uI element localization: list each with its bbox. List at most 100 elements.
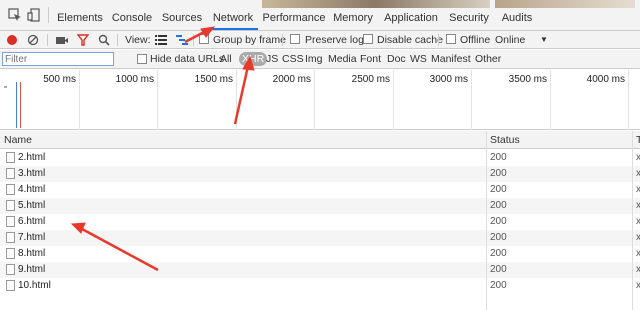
large-rows-icon[interactable] — [155, 35, 167, 48]
request-type: x — [636, 184, 640, 195]
timeline-tick-label: 2500 ms — [351, 74, 390, 85]
filter-type-doc[interactable]: Doc — [387, 53, 406, 66]
toolbar-divider — [47, 34, 48, 46]
request-name: 6.html — [18, 216, 46, 227]
request-type: x — [636, 152, 640, 163]
table-row[interactable]: 10.html 200 x — [0, 278, 640, 294]
tabbar-divider — [48, 7, 49, 23]
request-name: 10.html — [18, 280, 51, 291]
tab-console[interactable]: Console — [109, 0, 155, 30]
request-name: 7.html — [18, 232, 46, 243]
request-name: 8.html — [18, 248, 46, 259]
request-status: 200 — [490, 216, 507, 227]
preserve-log-label: Preserve log — [305, 34, 364, 46]
filter-type-js[interactable]: JS — [266, 53, 278, 66]
hide-data-urls-label: Hide data URLs — [150, 53, 225, 65]
toolbar-divider — [282, 34, 283, 46]
request-type: x — [636, 168, 640, 179]
filter-type-font[interactable]: Font — [360, 53, 381, 66]
background-photo-strip — [262, 0, 490, 8]
column-header-status[interactable]: Status — [490, 134, 520, 146]
column-header-name[interactable]: Name — [4, 134, 32, 146]
timeline-overview[interactable]: 500 ms 1000 ms 1500 ms 2000 ms 2500 ms 3… — [0, 70, 640, 130]
request-status: 200 — [490, 280, 507, 291]
filter-type-ws[interactable]: WS — [410, 53, 427, 66]
filter-type-img[interactable]: Img — [305, 53, 323, 66]
filter-type-xhr[interactable]: XHR — [239, 52, 268, 66]
search-icon[interactable] — [98, 34, 110, 49]
filter-type-other[interactable]: Other — [475, 53, 501, 66]
request-name: 9.html — [18, 264, 46, 275]
filter-type-media[interactable]: Media — [328, 53, 357, 66]
column-divider[interactable] — [632, 131, 633, 310]
request-status: 200 — [490, 168, 507, 179]
timeline-tick-label: 1000 ms — [115, 74, 154, 85]
filter-funnel-icon[interactable] — [76, 34, 90, 49]
column-divider[interactable] — [486, 131, 487, 310]
waterfall-overview-icon[interactable] — [176, 35, 188, 48]
table-row[interactable]: 7.html 200 x — [0, 230, 640, 246]
timeline-tick-label: 500 ms — [43, 74, 76, 85]
chevron-down-icon[interactable]: ▼ — [540, 33, 548, 47]
request-name: 3.html — [18, 168, 46, 179]
inspect-element-icon[interactable] — [8, 8, 22, 22]
toolbar-divider — [193, 34, 194, 46]
timeline-tick-label: 4000 ms — [586, 74, 625, 85]
request-status: 200 — [490, 184, 507, 195]
request-status: 200 — [490, 264, 507, 275]
table-row[interactable]: 2.html 200 x — [0, 150, 640, 166]
filter-type-manifest[interactable]: Manifest — [431, 53, 471, 66]
group-by-frame-checkbox[interactable] — [199, 34, 209, 44]
request-name: 5.html — [18, 200, 46, 211]
timeline-gridline — [628, 70, 629, 130]
table-row[interactable]: 8.html 200 x — [0, 246, 640, 262]
timeline-tick-label: 3000 ms — [429, 74, 468, 85]
offline-checkbox[interactable] — [446, 34, 456, 44]
camera-icon[interactable] — [55, 34, 69, 49]
filter-type-all[interactable]: All — [220, 53, 232, 66]
file-icon — [6, 248, 15, 259]
file-icon — [6, 280, 15, 291]
throttling-select[interactable]: Online — [495, 33, 525, 47]
request-status: 200 — [490, 248, 507, 259]
filter-input[interactable] — [2, 52, 114, 66]
request-bar — [4, 86, 7, 88]
request-name: 4.html — [18, 184, 46, 195]
timeline-gridline — [471, 70, 472, 130]
tab-network[interactable]: Network — [208, 0, 258, 30]
load-event-marker — [20, 82, 21, 128]
view-label: View: — [125, 34, 151, 46]
request-type: x — [636, 264, 640, 275]
tab-elements[interactable]: Elements — [55, 0, 105, 30]
clear-icon[interactable] — [27, 34, 39, 49]
request-type: x — [636, 200, 640, 211]
file-icon — [6, 216, 15, 227]
table-row[interactable]: 6.html 200 x — [0, 214, 640, 230]
file-icon — [6, 168, 15, 179]
preserve-log-checkbox[interactable] — [290, 34, 300, 44]
record-icon[interactable] — [6, 34, 18, 49]
table-row[interactable]: 4.html 200 x — [0, 182, 640, 198]
file-icon — [6, 264, 15, 275]
hide-data-urls-checkbox[interactable] — [137, 54, 147, 64]
file-icon — [6, 184, 15, 195]
request-status: 200 — [490, 232, 507, 243]
disable-cache-label: Disable cache — [377, 34, 443, 46]
filter-type-css[interactable]: CSS — [282, 53, 304, 66]
request-type: x — [636, 248, 640, 259]
table-row[interactable]: 5.html 200 x — [0, 198, 640, 214]
filter-bar: Hide data URLs All XHR JS CSS Img Media … — [0, 50, 640, 69]
disable-cache-checkbox[interactable] — [363, 34, 373, 44]
timeline-gridline — [550, 70, 551, 130]
group-by-frame-label: Group by frame — [213, 34, 286, 46]
request-type: x — [636, 216, 640, 227]
dom-content-loaded-marker — [16, 82, 17, 128]
offline-label: Offline — [460, 34, 491, 46]
request-type: x — [636, 232, 640, 243]
device-toolbar-icon[interactable] — [27, 8, 41, 22]
tab-sources[interactable]: Sources — [159, 0, 205, 30]
table-row[interactable]: 9.html 200 x — [0, 262, 640, 278]
timeline-gridline — [314, 70, 315, 130]
column-header-type[interactable]: T — [636, 134, 640, 146]
table-row[interactable]: 3.html 200 x — [0, 166, 640, 182]
